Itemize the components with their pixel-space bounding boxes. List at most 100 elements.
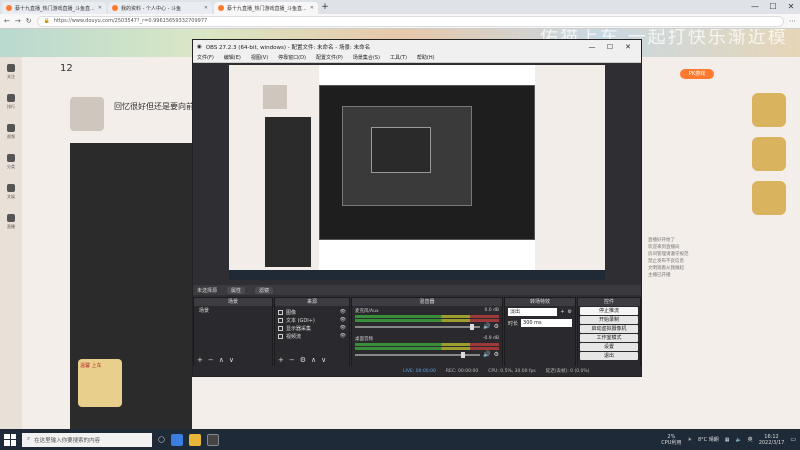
eye-icon[interactable]: 👁 [340, 317, 346, 323]
add-icon[interactable]: + [560, 309, 564, 315]
url-input[interactable]: 🔒 https://www.douyu.com/2503547?_r=0.996… [36, 15, 784, 27]
rail-item[interactable]: 直播 [0, 207, 22, 237]
gear-icon[interactable]: ⚙ [494, 351, 499, 358]
volume-slider[interactable] [355, 351, 481, 358]
gear-icon[interactable]: ⚙ [568, 309, 572, 315]
pk-button[interactable]: PK游戏 [680, 69, 714, 79]
exit-button[interactable]: 退出 [580, 352, 638, 360]
menu-profile[interactable]: 配置文件(P) [316, 54, 343, 61]
rail-icon [7, 94, 15, 102]
obs-title: OBS 27.2.3 (64-bit, windows) - 配置文件: 未命名… [205, 44, 371, 51]
start-recording-button[interactable]: 开始录制 [580, 316, 638, 324]
rail-icon [7, 154, 15, 162]
gift-icon[interactable] [752, 93, 786, 127]
eye-icon[interactable]: 👁 [340, 333, 346, 339]
mixer-channel: 桌面音频 -0.9 dB 🔊 ⚙ [355, 336, 499, 358]
browser-tab[interactable]: 我的资料 - 个人中心 - 斗鱼 ✕ [108, 2, 212, 14]
taskbar-search-input[interactable]: ⌕ 在这里输入你要搜索的内容 [22, 432, 152, 447]
volume-knob[interactable] [470, 323, 475, 330]
close-button[interactable]: ✕ [782, 0, 800, 14]
weather-icon[interactable]: ☀ [687, 437, 691, 443]
file-explorer-icon[interactable] [188, 433, 201, 446]
obs-taskbar-icon[interactable] [206, 433, 219, 446]
close-icon[interactable]: ✕ [98, 5, 102, 11]
up-icon[interactable]: ∧ [219, 356, 224, 364]
virtual-camera-button[interactable]: 启动虚拟摄像机 [580, 325, 638, 333]
remove-icon[interactable]: − [289, 356, 295, 364]
search-placeholder: 在这里输入你要搜索的内容 [34, 437, 101, 444]
maximize-button[interactable]: ☐ [764, 0, 782, 14]
menu-view[interactable]: 视图(V) [251, 54, 268, 61]
studio-mode-button[interactable]: 工作室模式 [580, 334, 638, 342]
dock-footer: + − ∧ ∨ [197, 356, 234, 364]
transition-select[interactable]: 淡出 [508, 308, 558, 316]
task-view-icon[interactable]: ◯ [158, 436, 165, 443]
rail-item[interactable]: 关注 [0, 57, 22, 87]
forward-icon[interactable]: → [15, 17, 21, 25]
network-icon[interactable]: ▦ [725, 437, 730, 443]
add-icon[interactable]: + [278, 356, 284, 364]
rail-item[interactable]: 视频 [0, 117, 22, 147]
obs-preview[interactable] [229, 65, 605, 280]
volume-meter [355, 319, 499, 322]
volume-slider[interactable] [355, 323, 481, 330]
avatar[interactable] [70, 97, 104, 131]
back-icon[interactable]: ← [4, 17, 10, 25]
menu-help[interactable]: 帮助(H) [417, 54, 435, 61]
maximize-button[interactable]: ☐ [601, 43, 619, 51]
gear-icon[interactable]: ⚙ [300, 356, 306, 364]
rail-item[interactable]: 文娱 [0, 177, 22, 207]
scene-item[interactable]: 场景 [197, 308, 269, 315]
menu-tools[interactable]: 工具(T) [390, 54, 407, 61]
close-button[interactable]: ✕ [619, 43, 637, 51]
browser-window-controls: — ☐ ✕ [746, 0, 800, 14]
new-tab-button[interactable]: + [318, 2, 332, 14]
volume-icon[interactable]: 🔈 [735, 437, 741, 443]
properties-button[interactable]: 属性 [227, 286, 246, 294]
eye-icon[interactable]: 👁 [340, 325, 346, 331]
rail-item[interactable]: 排行 [0, 87, 22, 117]
reload-icon[interactable]: ↻ [26, 17, 32, 25]
settings-button[interactable]: 设置 [580, 343, 638, 351]
gift-icon[interactable] [752, 181, 786, 215]
source-item[interactable]: 图像 👁 [278, 308, 346, 316]
gift-icon[interactable] [752, 137, 786, 171]
up-icon[interactable]: ∧ [311, 356, 316, 364]
menu-docks[interactable]: 停靠窗口(D) [278, 54, 306, 61]
gear-icon[interactable]: ⚙ [494, 323, 499, 330]
rail-item[interactable]: 分类 [0, 147, 22, 177]
menu-icon[interactable]: ⋯ [789, 17, 796, 25]
minimize-button[interactable]: — [583, 43, 601, 51]
add-icon[interactable]: + [197, 356, 203, 364]
source-item[interactable]: 视频流 👁 [278, 332, 346, 340]
taskbar-clock[interactable]: 16:12 2022/3/17 [759, 434, 785, 446]
browser-tab-active[interactable]: 蔡十九直播_热门游戏直播_斗鱼直... ✕ [214, 2, 318, 14]
menu-edit[interactable]: 编辑(E) [224, 54, 241, 61]
windows-start-button[interactable] [4, 433, 16, 446]
menu-scene-collection[interactable]: 场景集合(S) [353, 54, 380, 61]
ime-indicator[interactable]: 英 [748, 436, 753, 443]
notification-icon[interactable]: ▭ [790, 436, 796, 443]
eye-icon[interactable]: 👁 [340, 309, 346, 315]
source-item[interactable]: 显示器采集 👁 [278, 324, 346, 332]
down-icon[interactable]: ∨ [321, 356, 326, 364]
source-toolbar: 未选择源 属性 滤镜 [193, 285, 641, 295]
browser-tab[interactable]: 蔡十九直播_热门游戏直播_斗鱼直... ✕ [2, 2, 106, 14]
source-item[interactable]: 文本 (GDI+) 👁 [278, 316, 346, 324]
cpu-widget[interactable]: 2% CPU利用 [661, 434, 681, 446]
volume-knob[interactable] [461, 351, 466, 358]
close-icon[interactable]: ✕ [310, 5, 314, 11]
filters-button[interactable]: 滤镜 [255, 286, 274, 294]
minimize-button[interactable]: — [746, 0, 764, 14]
down-icon[interactable]: ∨ [229, 356, 234, 364]
speaker-icon[interactable]: 🔊 [483, 323, 490, 330]
stop-streaming-button[interactable]: 停止推流 [580, 307, 638, 315]
duration-input[interactable]: 300 ms [521, 319, 572, 327]
remove-icon[interactable]: − [208, 356, 214, 364]
weather-text[interactable]: 8°C 晴朗 [698, 436, 719, 443]
menu-file[interactable]: 文件(F) [197, 54, 214, 61]
edge-icon[interactable] [170, 433, 183, 446]
close-icon[interactable]: ✕ [204, 5, 208, 11]
speaker-icon[interactable]: 🔊 [483, 351, 490, 358]
dock-title: 控件 [578, 298, 640, 306]
